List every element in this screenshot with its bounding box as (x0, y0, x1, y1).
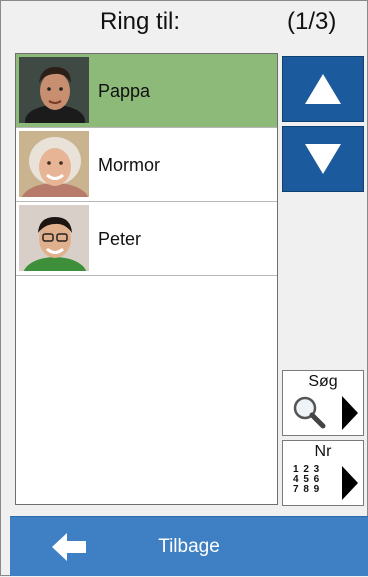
scroll-down-button[interactable] (282, 126, 364, 192)
keypad-digits-icon: 1 2 3 4 5 6 7 8 9 (293, 464, 321, 495)
number-button[interactable]: Nr 1 2 3 4 5 6 7 8 9 (282, 440, 364, 506)
triangle-up-icon (305, 74, 341, 104)
triangle-down-icon (305, 144, 341, 174)
contact-photo (19, 57, 89, 123)
search-button[interactable]: Søg (282, 370, 364, 436)
back-button[interactable]: Tilbage (10, 516, 368, 576)
search-label: Søg (308, 373, 338, 390)
contact-photo (19, 131, 89, 197)
contact-list: Pappa Mormor Peter (15, 53, 278, 505)
contact-photo (19, 205, 89, 271)
contact-row-peter[interactable]: Peter (16, 202, 277, 276)
contact-name: Mormor (98, 155, 160, 175)
contact-row-pappa[interactable]: Pappa (16, 54, 277, 128)
contact-name: Peter (98, 229, 142, 249)
back-label: Tilbage (158, 536, 220, 557)
magnifier-icon (293, 396, 326, 429)
scroll-up-button[interactable] (282, 56, 364, 122)
contact-row-mormor[interactable]: Mormor (16, 128, 277, 202)
contact-name: Pappa (98, 81, 151, 101)
play-arrow-icon (342, 396, 358, 430)
page-counter: (1/3) (287, 8, 337, 35)
number-label: Nr (314, 443, 332, 460)
play-arrow-icon (342, 466, 358, 500)
page-title: Ring til: (100, 8, 181, 35)
